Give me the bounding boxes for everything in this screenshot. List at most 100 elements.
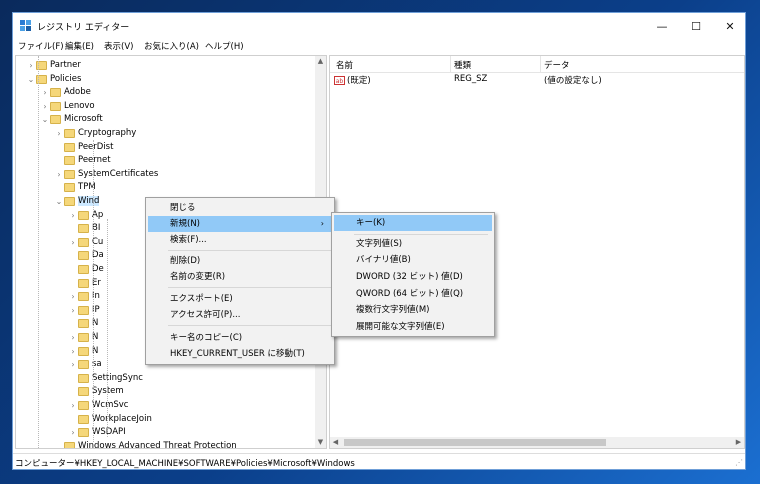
expander-icon[interactable]: › [68,209,78,222]
tree-item[interactable]: Da [68,249,104,262]
menu-new-label: 新規(N) [170,219,200,229]
menu-new[interactable]: 新規(N) › [148,216,332,232]
tree-item[interactable]: WorkplaceJoin [68,413,152,426]
tree-item-label: Partner [50,60,81,70]
expander-icon[interactable]: › [68,304,78,317]
expander-icon[interactable]: › [68,345,78,358]
tree-item[interactable]: › Cryptography [54,127,136,140]
submenu-key[interactable]: キー(K) [334,215,492,231]
expander-icon[interactable]: › [68,290,78,303]
scroll-up-arrow[interactable]: ▲ [315,56,326,67]
tree-item[interactable]: › IP [68,304,100,317]
submenu-expandable-string-value[interactable]: 展開可能な文字列値(E) [334,319,492,335]
column-header-name[interactable]: 名前 [336,59,353,71]
scroll-right-arrow[interactable]: ▶ [733,437,744,448]
tree-item[interactable]: › WcmSvc [68,399,128,412]
tree-item[interactable]: System [68,385,124,398]
folder-icon [50,115,61,125]
expander-icon[interactable]: ⌄ [26,73,36,86]
tree-item[interactable]: PeerDist [54,141,113,154]
expander-icon[interactable]: › [54,127,64,140]
tree-item[interactable]: › Ap [68,209,103,222]
value-name: (既定) [347,76,371,86]
tree-item-label: WcmSvc [92,400,129,410]
expander-icon[interactable]: › [68,236,78,249]
menu-help[interactable]: ヘルプ(H) [205,40,244,52]
context-menu: 閉じる 新規(N) › 検索(F)... 削除(D) 名前の変更(R) エクスポ… [145,197,335,365]
close-button[interactable]: ✕ [713,13,747,39]
tree-item[interactable]: Er [68,277,101,290]
menu-rename[interactable]: 名前の変更(R) [148,269,332,285]
tree-item-label: Cryptography [78,128,137,138]
submenu-string-value[interactable]: 文字列値(S) [334,236,492,252]
title-bar[interactable]: レジストリ エディター — ☐ ✕ [13,13,745,39]
scroll-left-arrow[interactable]: ◀ [330,437,341,448]
expander-icon[interactable]: ⌄ [40,113,50,126]
tree-item-label: SystemCertificates [78,168,159,179]
submenu-qword-value[interactable]: QWORD (64 ビット) 値(Q) [334,286,492,302]
folder-icon [78,333,89,342]
tree-item-label: SettingSync [92,372,143,383]
menu-copy-key-name[interactable]: キー名のコピー(C) [148,330,332,346]
tree-item[interactable]: › SystemCertificates [54,168,158,181]
minimize-button[interactable]: — [645,13,679,39]
tree-item[interactable]: › WSDAPI [68,426,126,439]
expander-icon[interactable]: › [40,100,50,113]
menu-close[interactable]: 閉じる [148,200,332,216]
tree-item[interactable]: › Partner [26,59,81,72]
menu-edit[interactable]: 編集(E) [65,40,94,52]
tree-item[interactable]: Windows Advanced Threat Protection [54,440,237,448]
string-value-icon: ab [334,76,345,85]
submenu-binary-value[interactable]: バイナリ値(B) [334,252,492,268]
tree-item[interactable]: › sa [68,358,102,371]
chevron-right-icon: › [320,219,324,228]
menu-permissions[interactable]: アクセス許可(P)... [148,307,332,323]
expander-icon[interactable]: › [68,426,78,439]
tree-item[interactable]: Peernet [54,154,111,167]
folder-icon [78,387,89,397]
list-horizontal-scrollbar[interactable]: ◀ ▶ [330,437,744,448]
expander-icon[interactable]: ⌄ [54,195,64,208]
resize-grip-icon[interactable]: ⋰ [735,458,743,467]
folder-icon [64,183,75,193]
menu-file[interactable]: ファイル(F) [18,40,64,52]
expander-icon[interactable]: › [68,399,78,412]
tree-item[interactable]: De [68,263,104,276]
tree-item[interactable]: ⌄ Microsoft [40,113,103,126]
menu-export[interactable]: エクスポート(E) [148,291,332,307]
tree-item[interactable]: BI [68,222,100,235]
registry-editor-icon [20,20,31,31]
column-header-data[interactable]: データ [544,59,570,71]
submenu-dword-value[interactable]: DWORD (32 ビット) 値(D) [334,269,492,285]
tree-item[interactable]: › Adobe [40,86,91,99]
tree-item[interactable]: › Cu [68,236,103,249]
maximize-button[interactable]: ☐ [679,13,713,39]
submenu-multi-string-value[interactable]: 複数行文字列値(M) [334,302,492,318]
menu-favorites[interactable]: お気に入り(A) [144,40,199,52]
expander-icon[interactable]: › [68,331,78,344]
menu-delete[interactable]: 削除(D) [148,253,332,269]
expander-icon[interactable]: › [54,168,64,181]
tree-item-label: Wind [78,196,100,206]
folder-icon [50,88,61,98]
tree-item[interactable]: ⌄ Policies [26,73,81,86]
tree-item[interactable]: TPM [54,181,96,194]
tree-item[interactable]: › In [68,290,100,303]
value-row[interactable]: ab (既定) REG_SZ (値の設定なし) [330,73,744,87]
column-header-type[interactable]: 種類 [454,59,471,71]
folder-icon [78,428,89,438]
expander-icon[interactable]: › [68,358,78,371]
tree-item-label: Lenovo [64,100,95,111]
scroll-down-arrow[interactable]: ▼ [315,437,326,448]
expander-icon[interactable]: › [26,59,36,72]
menu-find[interactable]: 検索(F)... [148,232,332,248]
menu-goto-hkcu[interactable]: HKEY_CURRENT_USER に移動(T) [148,346,332,362]
tree-item[interactable]: SettingSync [68,372,143,385]
menu-view[interactable]: 表示(V) [104,40,133,52]
folder-icon [50,101,61,111]
new-submenu: キー(K) 文字列値(S) バイナリ値(B) DWORD (32 ビット) 値(… [331,212,495,337]
folder-icon [78,224,89,234]
expander-icon[interactable]: › [40,86,50,99]
scrollbar-thumb[interactable] [344,439,606,446]
tree-item[interactable]: › Lenovo [40,100,95,113]
